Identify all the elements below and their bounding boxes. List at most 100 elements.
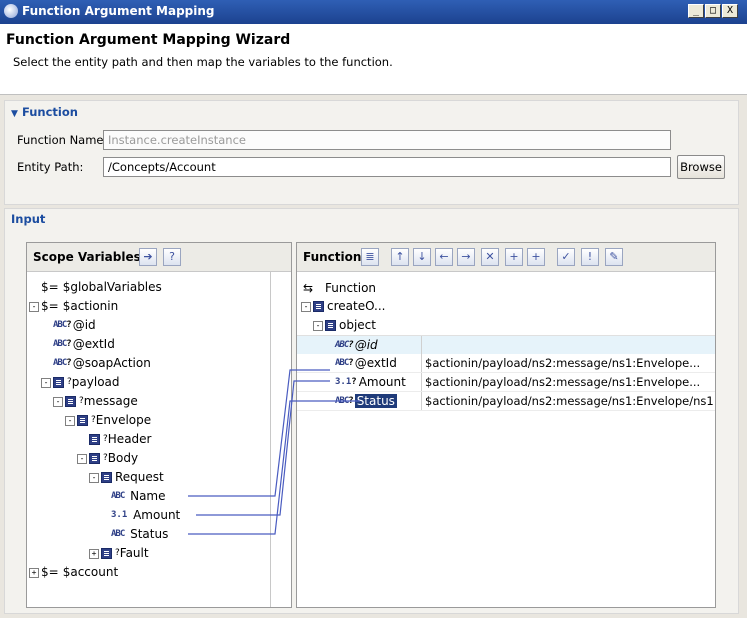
complex-icon bbox=[89, 434, 100, 445]
collapse-expander-icon[interactable]: - bbox=[65, 415, 75, 426]
move-left-icon[interactable]: ← bbox=[435, 248, 453, 266]
complex-icon bbox=[53, 377, 64, 388]
tree-node-label: message bbox=[83, 394, 138, 408]
mapping-row-label-selected: Status bbox=[354, 394, 397, 408]
tree-node-label: Fault bbox=[119, 546, 149, 560]
function-section-title: Function bbox=[21, 105, 78, 119]
collapse-expander-icon[interactable]: - bbox=[89, 472, 99, 483]
scope-panel-header: Scope Variables ➔ ? bbox=[27, 243, 291, 272]
tree-node-amount[interactable]: 3.1 Amount bbox=[111, 506, 180, 524]
help-icon[interactable]: ? bbox=[163, 248, 181, 266]
tree-node-actionin[interactable]: - $= $actionin bbox=[29, 297, 118, 315]
tree-node-label: $account bbox=[62, 565, 119, 579]
function-root-row[interactable]: ⇆ Function bbox=[297, 279, 715, 297]
tree-node-label: $actionin bbox=[62, 299, 119, 313]
tree-node-label: Amount bbox=[133, 508, 181, 522]
collapse-expander-icon[interactable]: - bbox=[301, 301, 311, 312]
string-icon: ABC? bbox=[335, 358, 354, 368]
close-button[interactable]: X bbox=[722, 4, 738, 18]
collapse-expander-icon[interactable]: - bbox=[77, 453, 87, 464]
dollar-icon: $= bbox=[41, 565, 59, 579]
expand-expander-icon[interactable]: + bbox=[29, 567, 39, 578]
entity-path-field[interactable]: /Concepts/Account bbox=[103, 157, 671, 177]
tree-node-body[interactable]: - ?Body bbox=[77, 449, 138, 467]
maximize-button[interactable]: □ bbox=[705, 4, 721, 18]
mapping-row-label: Amount bbox=[358, 375, 406, 389]
mapping-row-amount[interactable]: 3.1? Amount $actionin/payload/ns2:message… bbox=[297, 373, 715, 392]
mapping-row-value[interactable]: $actionin/payload/ns2:message/ns1:Envelo… bbox=[425, 392, 714, 410]
mapping-row-value[interactable]: $actionin/payload/ns2:message/ns1:Envelo… bbox=[425, 354, 700, 372]
tree-node-status[interactable]: ABC Status bbox=[111, 525, 168, 543]
add-child-icon[interactable]: + bbox=[527, 248, 545, 266]
tree-node-request[interactable]: - Request bbox=[89, 468, 164, 486]
list-icon[interactable]: ≣ bbox=[361, 248, 379, 266]
tree-node-globalvariables[interactable]: $= $globalVariables bbox=[41, 278, 162, 296]
string-icon: ABC? bbox=[335, 396, 354, 406]
tree-node-soapaction[interactable]: ABC? @soapAction bbox=[53, 354, 151, 372]
check-icon[interactable]: ✓ bbox=[557, 248, 575, 266]
delete-icon[interactable]: ✕ bbox=[481, 248, 499, 266]
expand-expander-icon[interactable]: + bbox=[89, 548, 99, 559]
insert-icon[interactable]: ➔ bbox=[139, 248, 157, 266]
move-down-icon[interactable]: ↓ bbox=[413, 248, 431, 266]
tree-node-label: Body bbox=[107, 451, 139, 465]
window-title: Function Argument Mapping bbox=[22, 4, 215, 18]
tree-node-label: object bbox=[339, 318, 376, 332]
collapse-expander-icon[interactable]: - bbox=[53, 396, 63, 407]
tree-node-header[interactable]: ?Header bbox=[89, 430, 151, 448]
tree-node-account[interactable]: + $= $account bbox=[29, 563, 118, 581]
mapping-row-id[interactable]: ABC? @id bbox=[297, 335, 715, 355]
column-divider bbox=[421, 392, 422, 410]
add-icon[interactable]: + bbox=[505, 248, 523, 266]
tree-node-label: @soapAction bbox=[72, 356, 151, 370]
tree-node-label: Header bbox=[107, 432, 152, 446]
complex-icon bbox=[101, 548, 112, 559]
collapse-expander-icon[interactable]: - bbox=[29, 301, 39, 312]
mapping-row-extid[interactable]: ABC? @extId $actionin/payload/ns2:message… bbox=[297, 354, 715, 373]
tree-node-id[interactable]: ABC? @id bbox=[53, 316, 96, 334]
number-icon: 3.1? bbox=[335, 377, 357, 387]
mapping-row-label: @id bbox=[354, 338, 378, 352]
function-section: ▼ Function Function Name: Instance.creat… bbox=[4, 100, 739, 205]
mapping-row-status[interactable]: ABC? Status $actionin/payload/ns2:message… bbox=[297, 392, 715, 411]
column-divider bbox=[421, 373, 422, 391]
dollar-icon: $= bbox=[41, 280, 59, 294]
complex-icon bbox=[313, 301, 324, 312]
tree-node-envelope[interactable]: - ?Envelope bbox=[65, 411, 151, 429]
collapse-expander-icon[interactable]: - bbox=[41, 377, 51, 388]
move-right-icon[interactable]: → bbox=[457, 248, 475, 266]
function-section-header[interactable]: ▼ Function bbox=[11, 105, 78, 119]
tree-node-payload[interactable]: - ?payload bbox=[41, 373, 120, 391]
wizard-header: Function Argument Mapping Wizard Select … bbox=[0, 24, 747, 95]
mapping-row-label: @extId bbox=[354, 356, 397, 370]
string-icon: ABC bbox=[111, 529, 125, 539]
tree-node-message[interactable]: - ?message bbox=[53, 392, 138, 410]
string-icon: ABC bbox=[111, 491, 125, 501]
collapse-expander-icon[interactable]: - bbox=[313, 320, 323, 331]
string-icon: ABC? bbox=[53, 320, 72, 330]
tree-node-fault[interactable]: + ?Fault bbox=[89, 544, 149, 562]
column-divider bbox=[421, 354, 422, 372]
window-titlebar: Function Argument Mapping _ □ X bbox=[0, 0, 747, 24]
tree-node-object[interactable]: - object bbox=[313, 316, 376, 334]
input-section-header: Input bbox=[11, 212, 46, 226]
tree-node-extid[interactable]: ABC? @extId bbox=[53, 335, 115, 353]
tree-node-name[interactable]: ABC Name bbox=[111, 487, 166, 505]
tree-node-createinstance[interactable]: - createO... bbox=[301, 297, 386, 315]
complex-icon bbox=[101, 472, 112, 483]
tree-node-label: @id bbox=[72, 318, 96, 332]
minimize-button[interactable]: _ bbox=[688, 4, 704, 18]
tree-node-label: Name bbox=[130, 489, 166, 503]
tree-node-label: @extId bbox=[72, 337, 115, 351]
move-up-icon[interactable]: ↑ bbox=[391, 248, 409, 266]
app-icon bbox=[4, 4, 18, 18]
complex-icon bbox=[89, 453, 100, 464]
edit-icon[interactable]: ✎ bbox=[605, 248, 623, 266]
warning-icon[interactable]: ! bbox=[581, 248, 599, 266]
function-name-label: Function Name: bbox=[17, 133, 108, 147]
tree-node-label: $globalVariables bbox=[62, 280, 162, 294]
mapping-row-value[interactable]: $actionin/payload/ns2:message/ns1:Envelo… bbox=[425, 373, 700, 391]
scope-variables-panel: Scope Variables ➔ ? $= $globalVariables -… bbox=[26, 242, 292, 608]
wizard-description: Select the entity path and then map the … bbox=[13, 55, 393, 69]
browse-button[interactable]: Browse bbox=[677, 155, 725, 179]
